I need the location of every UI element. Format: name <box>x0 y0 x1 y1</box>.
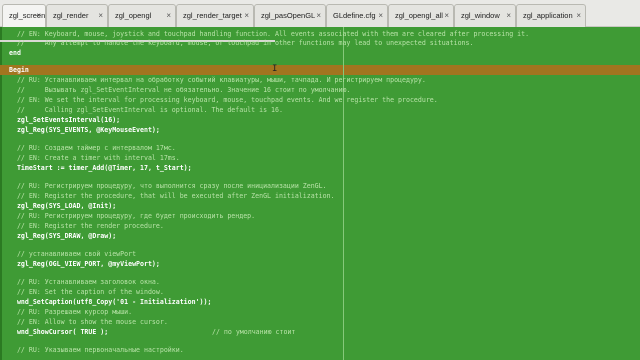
code-line: // устанавливаем свой viewPort <box>9 250 137 258</box>
code-line: // EN: We set the interval for processin… <box>9 96 438 104</box>
close-icon[interactable]: × <box>244 5 249 26</box>
code-line: // EN: Register the render procedure. <box>9 222 164 230</box>
code-line: // RU: Устанавливаем заголовок окна. <box>9 278 160 286</box>
tab-bar: zgl_screen × zgl_render × zgl_opengl × zgl_… <box>0 0 640 27</box>
code-line: Begin <box>9 66 29 74</box>
code-line: // EN: Set the caption of the window. <box>9 288 164 296</box>
tab-zgl-opengl-all[interactable]: zgl_opengl_all × <box>388 4 454 27</box>
tab-zgl-window[interactable]: zgl_window × <box>454 4 516 27</box>
close-icon[interactable]: × <box>506 5 511 26</box>
close-icon[interactable]: × <box>316 5 321 26</box>
gutter <box>0 27 2 360</box>
code-line: // EN: Allow to show the mouse cursor. <box>9 318 168 326</box>
code-line: zgl_Reg(SYS_DRAW, @Draw); <box>9 232 117 240</box>
tab-zgl-render[interactable]: zgl_render × <box>46 4 108 27</box>
tab-zgl-render-target[interactable]: zgl_render_target × <box>176 4 254 27</box>
code-line: // RU: Разрешаем курсор мыши. <box>9 308 133 316</box>
code-line: zgl_Reg(SYS_LOAD, @Init); <box>9 202 117 210</box>
code-line: TimeStart := timer_Add(@Timer, 17, t_Sta… <box>9 164 192 172</box>
tab-zgl-screen[interactable]: zgl_screen × <box>2 4 46 27</box>
tab-gldefine-cfg[interactable]: GLdefine.cfg × <box>326 4 388 27</box>
code-line: // RU: Регистрируем процедуру, где будет… <box>9 212 256 220</box>
code-line: // RU: Создаем таймер с интервалом 17мс. <box>9 144 176 152</box>
current-line-highlight <box>0 65 640 75</box>
code-line: zgl_Reg(OGL_VIEW_PORT, @myViewPort); <box>9 260 160 268</box>
code-line: // EN: Register the procedure, that will… <box>9 192 335 200</box>
code-line: // RU: Устанавливаем интервал на обработ… <box>9 76 426 84</box>
close-icon[interactable]: × <box>378 5 383 26</box>
close-icon[interactable]: × <box>576 5 581 26</box>
code-line: end <box>9 49 21 57</box>
code-line: zgl_SetEventsInterval(16); <box>9 116 121 124</box>
tab-zgl-opengl[interactable]: zgl_opengl × <box>108 4 176 27</box>
tab-zgl-pasopengl[interactable]: zgl_pasOpenGL × <box>254 4 326 27</box>
code-line: zgl_Reg(SYS_EVENTS, @KeyMouseEvent); <box>9 126 160 134</box>
close-icon[interactable]: × <box>166 5 171 26</box>
code-comment: // по умолчанию стоит <box>212 328 296 336</box>
code-line: // Any attempt to handle the keyboard, m… <box>9 39 474 47</box>
close-icon[interactable]: × <box>98 5 103 26</box>
code-line: // Calling zgl_SetEventInterval is optio… <box>9 106 283 114</box>
code-line: wnd_SetCaption(utf8_Copy('01 - Initializ… <box>9 298 212 306</box>
close-icon[interactable]: × <box>444 5 449 26</box>
text-cursor-icon: I <box>272 64 278 74</box>
code-line: // EN: Create a timer with interval 17ms… <box>9 154 180 162</box>
code-line: // RU: Регистрируем процедуру, что выпол… <box>9 182 327 190</box>
code-line: // Вызывать zgl_SetEventInterval не обяз… <box>9 86 351 94</box>
tab-zgl-application[interactable]: zgl_application × <box>516 4 586 27</box>
code-line: wnd_ShowCursor( TRUE ); <box>9 328 109 336</box>
code-line: // RU: Указываем первоначальные настройк… <box>9 346 184 354</box>
code-editor[interactable]: // EN: Keyboard, mouse, joystick and tou… <box>0 27 640 360</box>
close-icon[interactable]: × <box>36 5 41 26</box>
